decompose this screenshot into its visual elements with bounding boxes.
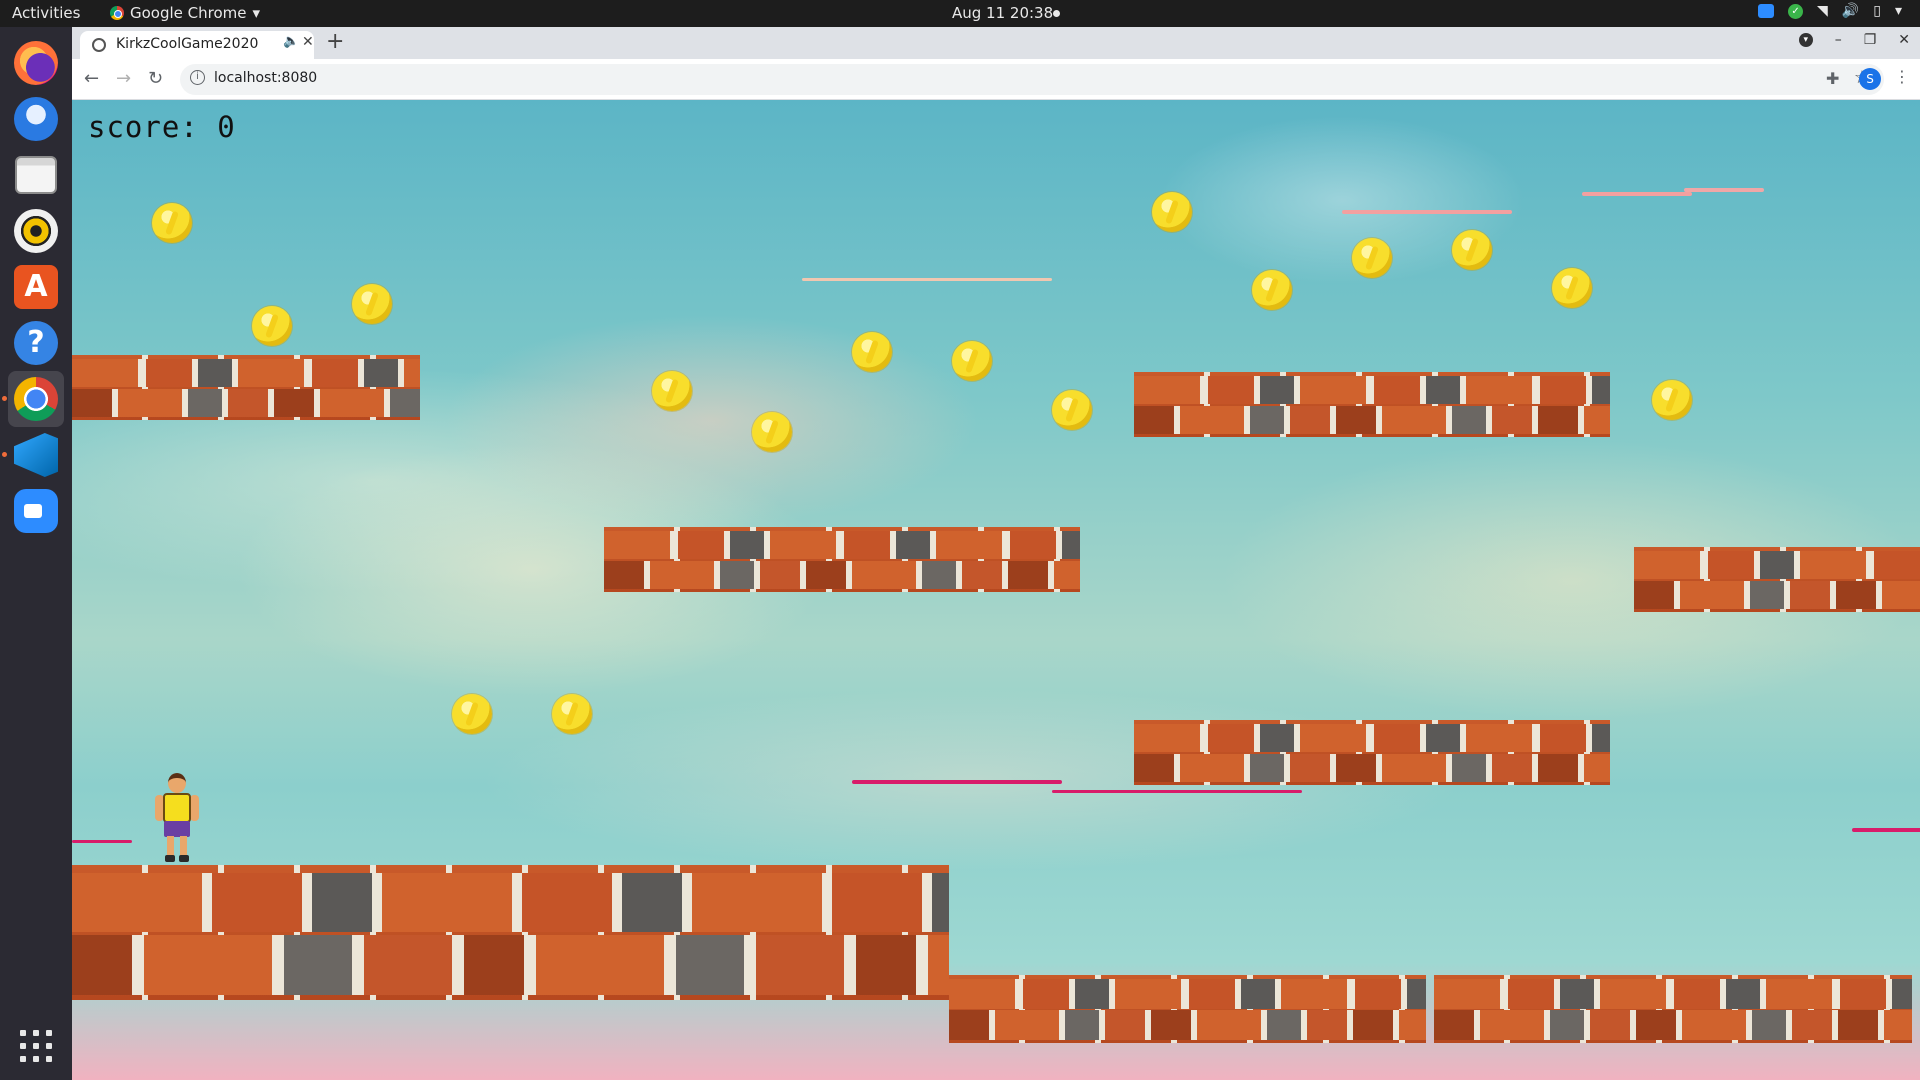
- player-character: [154, 773, 200, 863]
- dock-item-firefox[interactable]: [8, 35, 64, 91]
- sky-streak: [1052, 790, 1302, 793]
- notification-dot-icon: [1053, 10, 1060, 17]
- audio-icon[interactable]: 🔈: [283, 34, 299, 49]
- chrome-menu-icon[interactable]: ⋮: [1894, 67, 1910, 86]
- sky-streak: [802, 278, 1052, 281]
- brick-ground: [72, 865, 949, 1000]
- tab-strip: KirkzCoolGame2020 🔈 ✕ + ▾ – ❐ ✕: [72, 27, 1920, 59]
- tab-kirkz-game[interactable]: KirkzCoolGame2020 🔈 ✕: [80, 31, 314, 59]
- system-menu-arrow-icon[interactable]: ▾: [1895, 3, 1902, 19]
- coin: [852, 332, 892, 372]
- rhythmbox-icon: [14, 209, 58, 253]
- running-indicator-icon: [2, 452, 7, 457]
- coin: [352, 284, 392, 324]
- wifi-icon: ◥: [1817, 3, 1828, 19]
- sky-streak: [72, 840, 132, 843]
- coin: [652, 371, 692, 411]
- site-info-icon[interactable]: i: [190, 70, 205, 85]
- back-button[interactable]: ←: [84, 68, 99, 89]
- sky-streak: [1852, 828, 1920, 832]
- dock: A ?: [0, 27, 72, 1080]
- brick-platform: [949, 975, 1426, 1043]
- score-display: score: 0: [88, 110, 236, 144]
- coin: [1152, 192, 1192, 232]
- address-bar[interactable]: i localhost:8080 ☆: [180, 64, 1884, 95]
- brick-platform: [1134, 720, 1610, 785]
- coin: [252, 306, 292, 346]
- coin: [1452, 230, 1492, 270]
- help-icon: ?: [14, 321, 58, 365]
- brick-platform: [1134, 372, 1610, 437]
- browser-toolbar: ← → ↻ i localhost:8080 ☆ ✚ S ⋮: [72, 59, 1920, 100]
- dock-item-rhythmbox[interactable]: [8, 203, 64, 259]
- restore-button[interactable]: ❐: [1864, 32, 1877, 48]
- battery-icon: ▯: [1873, 3, 1881, 19]
- tab-close-icon[interactable]: ✕: [302, 34, 314, 50]
- running-indicator-icon: [2, 396, 7, 401]
- profile-avatar[interactable]: S: [1859, 68, 1881, 90]
- brick-platform: [1634, 547, 1920, 612]
- sky-streak: [1342, 210, 1512, 214]
- coin: [1652, 380, 1692, 420]
- brick-platform: [604, 527, 1080, 592]
- sky-streak: [1684, 188, 1764, 192]
- coin: [452, 694, 492, 734]
- chrome-icon: [110, 6, 124, 20]
- system-tray[interactable]: ✓ ◥ 🔊 ▯ ▾: [1758, 3, 1902, 19]
- tab-title: KirkzCoolGame2020: [116, 36, 259, 52]
- url-text[interactable]: localhost:8080: [214, 70, 317, 86]
- activities-button[interactable]: Activities: [12, 4, 80, 22]
- globe-icon: [92, 38, 106, 52]
- dock-item-zoom[interactable]: [8, 483, 64, 539]
- chevron-down-icon: ▾: [252, 4, 261, 22]
- tab-search-icon[interactable]: ▾: [1798, 33, 1813, 47]
- coin: [1252, 270, 1292, 310]
- new-tab-button[interactable]: +: [326, 29, 344, 54]
- game-canvas[interactable]: score: 0: [72, 100, 1920, 1080]
- sky-streak: [1582, 192, 1692, 196]
- app-menu[interactable]: Google Chrome ▾: [110, 4, 260, 22]
- forward-button[interactable]: →: [116, 68, 131, 89]
- brick-platform: [72, 355, 420, 420]
- coin: [952, 341, 992, 381]
- sky-streak: [852, 780, 1062, 784]
- minimize-button[interactable]: –: [1835, 32, 1842, 48]
- coin: [752, 412, 792, 452]
- software-store-icon: A: [14, 265, 58, 309]
- dock-item-chrome[interactable]: [2, 371, 64, 427]
- thunderbird-icon: [14, 97, 58, 141]
- coin: [552, 694, 592, 734]
- dock-item-help[interactable]: ?: [8, 315, 64, 371]
- reload-button[interactable]: ↻: [148, 68, 163, 89]
- coin: [1052, 390, 1092, 430]
- zoom-tray-icon[interactable]: [1758, 4, 1775, 18]
- show-applications-icon[interactable]: [20, 1030, 52, 1062]
- close-window-button[interactable]: ✕: [1898, 32, 1910, 48]
- dock-item-files[interactable]: [8, 147, 64, 203]
- dock-item-ubuntu-software[interactable]: A: [8, 259, 64, 315]
- coin: [1552, 268, 1592, 308]
- vscode-icon: [14, 433, 58, 477]
- window-controls: ▾ – ❐ ✕: [1798, 32, 1910, 48]
- files-icon: [15, 156, 57, 194]
- dock-item-vscode[interactable]: [2, 427, 64, 483]
- firefox-icon: [14, 41, 58, 85]
- brick-platform: [1434, 975, 1912, 1043]
- zoom-icon: [14, 489, 58, 533]
- coin: [152, 203, 192, 243]
- dock-item-thunderbird[interactable]: [8, 91, 64, 147]
- browser-window: KirkzCoolGame2020 🔈 ✕ + ▾ – ❐ ✕ ← → ↻ i …: [72, 27, 1920, 100]
- extensions-icon[interactable]: ✚: [1826, 69, 1839, 88]
- volume-icon: 🔊: [1841, 3, 1860, 19]
- clock[interactable]: Aug 11 20:38: [952, 4, 1053, 22]
- app-menu-label: Google Chrome: [130, 4, 247, 22]
- system-top-bar: Activities Google Chrome ▾ Aug 11 20:38 …: [0, 0, 1920, 27]
- check-tray-icon[interactable]: ✓: [1788, 3, 1804, 19]
- coin: [1352, 238, 1392, 278]
- chrome-icon: [14, 377, 58, 421]
